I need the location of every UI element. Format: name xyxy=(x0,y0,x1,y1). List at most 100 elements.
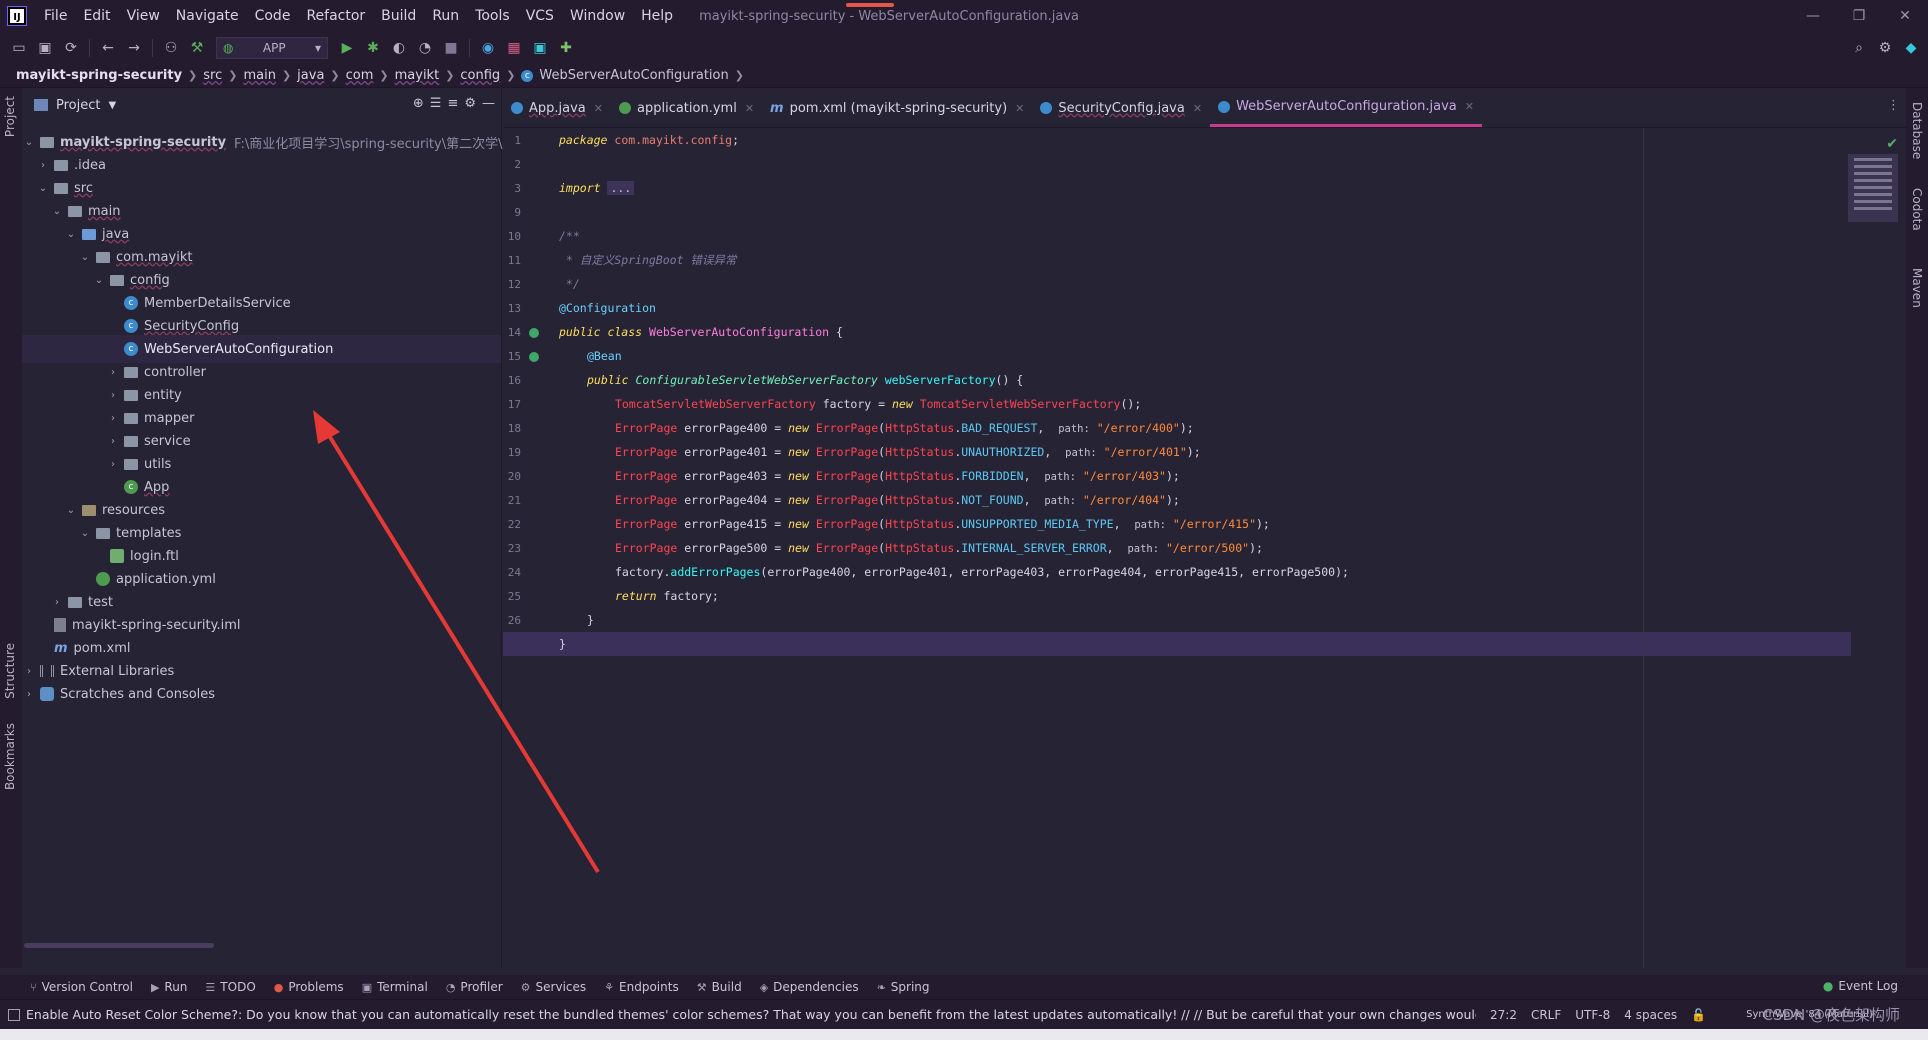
sync-icon[interactable]: ⟳ xyxy=(58,36,84,60)
debug-icon[interactable]: ✱ xyxy=(360,36,386,60)
menu-file[interactable]: File xyxy=(36,8,75,24)
maven-tool-tab[interactable]: Maven xyxy=(1910,268,1924,308)
code-minimap[interactable] xyxy=(1848,154,1898,222)
build-tool[interactable]: ⚒ Build xyxy=(697,980,742,994)
chevron-right-icon[interactable]: › xyxy=(36,160,50,171)
menu-tools[interactable]: Tools xyxy=(467,8,518,24)
breadcrumb-src[interactable]: src xyxy=(203,68,222,83)
run-config-dropdown[interactable]: ◍ APP ▾ xyxy=(216,37,328,59)
breadcrumb-java[interactable]: java xyxy=(297,68,324,83)
project-structure-icon[interactable]: ▦ xyxy=(501,36,527,60)
line-separator[interactable]: CRLF xyxy=(1531,1008,1561,1022)
chevron-right-icon[interactable]: › xyxy=(22,666,36,677)
terminal-tool[interactable]: ▣ Terminal xyxy=(362,980,428,994)
forward-icon[interactable]: → xyxy=(121,36,147,60)
tab-pom-xml[interactable]: m pom.xml (mayikt-spring-security) ✕ xyxy=(762,89,1032,127)
search-icon[interactable]: ⌕ xyxy=(1846,36,1872,60)
problems-tool[interactable]: ● Problems xyxy=(274,980,344,994)
menu-navigate[interactable]: Navigate xyxy=(168,8,247,24)
menu-help[interactable]: Help xyxy=(633,8,681,24)
settings-gear-icon[interactable]: ⚙ xyxy=(1872,36,1898,60)
version-control-tool[interactable]: ⑂ Version Control xyxy=(30,980,133,994)
chevron-right-icon[interactable]: › xyxy=(106,367,120,378)
breadcrumb-module[interactable]: mayikt-spring-security xyxy=(16,68,182,83)
tab-application-yml[interactable]: application.yml ✕ xyxy=(611,89,762,127)
close-tab-icon[interactable]: ✕ xyxy=(594,102,603,115)
chevron-right-icon[interactable]: › xyxy=(106,390,120,401)
chevron-down-icon[interactable]: ⌄ xyxy=(64,229,78,240)
close-tab-icon[interactable]: ✕ xyxy=(1465,100,1474,113)
tab-security-config[interactable]: SecurityConfig.java ✕ xyxy=(1032,89,1210,127)
close-tab-icon[interactable]: ✕ xyxy=(1193,102,1202,115)
menu-window[interactable]: Window xyxy=(562,8,633,24)
code-area[interactable]: package com.mayikt.config; import ... /*… xyxy=(503,128,1851,968)
spring-tool[interactable]: ❧ Spring xyxy=(877,980,930,994)
event-log-tool[interactable]: ● Event Log xyxy=(1823,979,1898,993)
close-tab-icon[interactable]: ✕ xyxy=(1015,102,1024,115)
stop-icon[interactable]: ■ xyxy=(438,36,464,60)
bookmarks-tool-tab[interactable]: Bookmarks xyxy=(3,723,17,790)
breadcrumb-config[interactable]: config xyxy=(460,68,500,83)
run-tool[interactable]: ▶ Run xyxy=(151,980,187,994)
folded-imports[interactable]: ... xyxy=(607,181,635,195)
profiler-tool[interactable]: ◔ Profiler xyxy=(446,980,503,994)
chevron-down-icon[interactable]: ⌄ xyxy=(36,183,50,194)
tree-item-scratches[interactable]: › Scratches and Consoles xyxy=(22,680,215,708)
menu-vcs[interactable]: VCS xyxy=(518,8,562,24)
spring-bean-gutter-icon[interactable] xyxy=(529,328,539,338)
restore-button[interactable]: ❐ xyxy=(1836,0,1882,32)
chevron-down-icon[interactable]: ⌄ xyxy=(92,275,106,286)
chevron-right-icon[interactable]: › xyxy=(50,597,64,608)
jetbrains-toolbox-icon[interactable]: ◆ xyxy=(1898,36,1924,60)
project-tool-tab[interactable]: Project xyxy=(3,96,17,137)
tab-web-server-auto-configuration[interactable]: WebServerAutoConfiguration.java ✕ xyxy=(1210,89,1482,127)
menu-build[interactable]: Build xyxy=(373,8,424,24)
menu-code[interactable]: Code xyxy=(247,8,299,24)
hide-panel-icon[interactable]: — xyxy=(482,96,495,111)
endpoints-tool[interactable]: ⚘ Endpoints xyxy=(604,980,679,994)
tab-app-java[interactable]: App.java ✕ xyxy=(503,89,611,127)
coverage-icon[interactable]: ◐ xyxy=(386,36,412,60)
close-tab-icon[interactable]: ✕ xyxy=(745,102,754,115)
breadcrumb-main[interactable]: main xyxy=(243,68,275,83)
menu-refactor[interactable]: Refactor xyxy=(298,8,373,24)
chevron-right-icon[interactable]: › xyxy=(22,689,36,700)
status-message[interactable]: Enable Auto Reset Color Scheme?: Do you … xyxy=(26,1007,1476,1022)
caret-position[interactable]: 27:2 xyxy=(1490,1008,1517,1022)
expand-all-icon[interactable]: ☰ xyxy=(430,96,442,111)
back-icon[interactable]: ← xyxy=(95,36,121,60)
menu-run[interactable]: Run xyxy=(424,8,467,24)
indent-setting[interactable]: 4 spaces xyxy=(1624,1008,1677,1022)
spring-bean-gutter-icon[interactable] xyxy=(529,352,539,362)
menu-edit[interactable]: Edit xyxy=(75,8,118,24)
status-toggle-icon[interactable] xyxy=(8,1009,20,1021)
chevron-down-icon[interactable]: ⌄ xyxy=(78,252,92,263)
chevron-down-icon[interactable]: ⌄ xyxy=(64,505,78,516)
minimize-button[interactable]: — xyxy=(1790,0,1836,32)
structure-tool-tab[interactable]: Structure xyxy=(3,643,17,699)
inspection-ok-icon[interactable]: ✔ xyxy=(1886,136,1898,152)
chevron-right-icon[interactable]: › xyxy=(106,413,120,424)
horizontal-scrollbar[interactable] xyxy=(24,943,214,948)
database-tool-tab[interactable]: Database xyxy=(1910,102,1924,159)
lock-icon[interactable]: 🔓 xyxy=(1691,1008,1706,1022)
codota-tool-tab[interactable]: Codota xyxy=(1910,188,1924,231)
profile-icon[interactable]: ◔ xyxy=(412,36,438,60)
panel-gear-icon[interactable]: ⚙ xyxy=(464,96,476,111)
inspect-icon[interactable]: ◉ xyxy=(475,36,501,60)
locate-file-icon[interactable]: ⊕ xyxy=(413,96,424,111)
open-folder-icon[interactable]: ▭ xyxy=(6,36,32,60)
chevron-right-icon[interactable]: › xyxy=(106,459,120,470)
breadcrumb-class[interactable]: WebServerAutoConfiguration xyxy=(539,68,728,83)
chevron-down-icon[interactable]: ⌄ xyxy=(22,137,36,148)
breadcrumb-mayikt[interactable]: mayikt xyxy=(395,68,440,83)
todo-tool[interactable]: ☰ TODO xyxy=(205,980,255,994)
run-icon[interactable]: ▶ xyxy=(334,36,360,60)
plugin-icon[interactable]: ✚ xyxy=(553,36,579,60)
tree-item-web-server-auto-configuration[interactable]: c WebServerAutoConfiguration xyxy=(22,335,501,363)
chevron-down-icon[interactable]: ⌄ xyxy=(50,206,64,217)
vcs-user-icon[interactable]: ⚇ xyxy=(158,36,184,60)
build-hammer-icon[interactable]: ⚒ xyxy=(184,36,210,60)
more-options-icon[interactable]: ⋮ xyxy=(1887,98,1900,113)
close-window-button[interactable]: ✕ xyxy=(1882,0,1928,32)
